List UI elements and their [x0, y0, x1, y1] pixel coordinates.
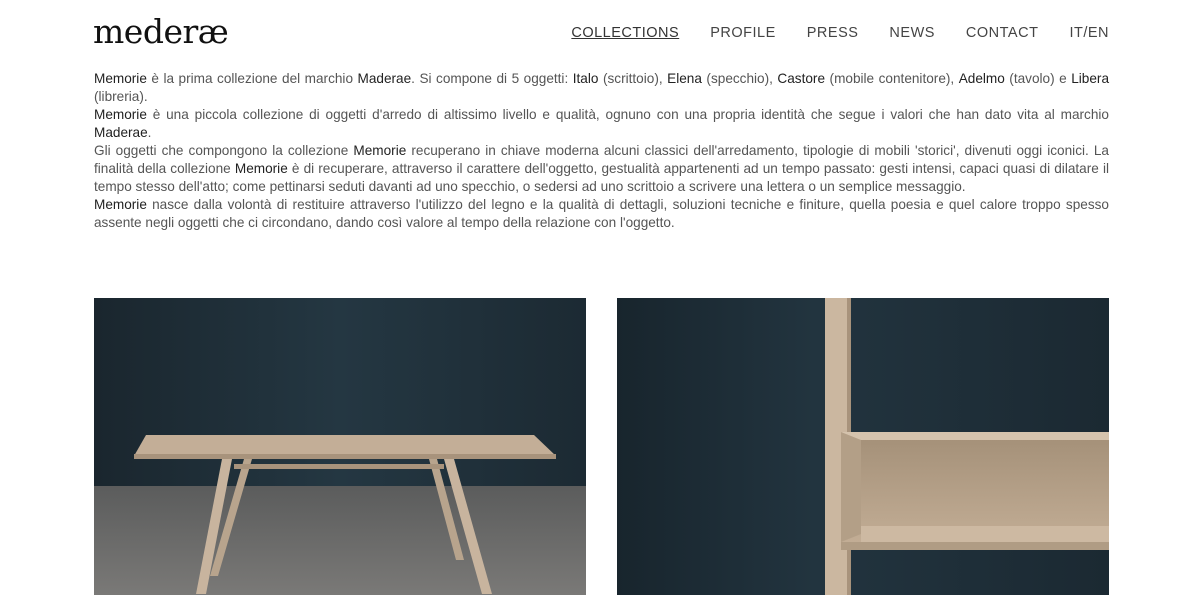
emphasis: Maderae: [94, 125, 148, 140]
brand-logo[interactable]: mederæ: [93, 12, 229, 52]
emphasis: Memorie: [234, 161, 288, 176]
text: nasce dalla volontà di restituire attrav…: [94, 197, 1109, 230]
nav-item-contact[interactable]: CONTACT: [966, 25, 1039, 41]
text: (scrittoio),: [598, 71, 668, 86]
text: (mobile contenitore),: [825, 71, 959, 86]
emphasis: Castore: [777, 71, 826, 86]
collection-description: Memorie è la prima collezione del marchi…: [94, 70, 1109, 232]
emphasis: Elena: [667, 71, 702, 86]
paragraph-2: Memorie è una piccola collezione di ogge…: [94, 106, 1109, 142]
text: Gli oggetti che compongono la collezione: [94, 143, 354, 158]
nav-item-collections[interactable]: COLLECTIONS: [571, 25, 679, 41]
emphasis: Memorie: [353, 143, 407, 158]
text: è una piccola collezione di oggetti d'ar…: [146, 107, 1109, 122]
text: (specchio),: [701, 71, 778, 86]
paragraph-3: Gli oggetti che compongono la collezione…: [94, 142, 1109, 196]
text: è la prima collezione del marchio: [146, 71, 358, 86]
emphasis: Memorie: [94, 71, 147, 86]
nav-item-news[interactable]: NEWS: [889, 25, 935, 41]
emphasis: Adelmo: [958, 71, 1005, 86]
paragraph-4: Memorie nasce dalla volontà di restituir…: [94, 196, 1109, 232]
product-photo-shelf[interactable]: [617, 298, 1109, 595]
shelf-illustration: [617, 298, 1109, 595]
paragraph-1: Memorie è la prima collezione del marchi…: [94, 70, 1109, 106]
emphasis: Maderae: [357, 71, 412, 86]
product-photo-table[interactable]: [94, 298, 586, 595]
language-switch[interactable]: IT/EN: [1069, 25, 1109, 41]
text: (libreria).: [94, 89, 148, 104]
emphasis: Memorie: [94, 107, 147, 122]
nav-item-press[interactable]: PRESS: [807, 25, 859, 41]
emphasis: Italo: [572, 71, 599, 86]
text: (tavolo) e: [1004, 71, 1072, 86]
text: .: [147, 125, 152, 140]
nav-item-profile[interactable]: PROFILE: [710, 25, 776, 41]
table-illustration: [94, 298, 586, 595]
main-nav: COLLECTIONS PROFILE PRESS NEWS CONTACT I…: [540, 25, 1109, 41]
emphasis: Memorie: [94, 197, 147, 212]
emphasis: Libera: [1071, 71, 1110, 86]
text: . Si compone di 5 oggetti:: [411, 71, 573, 86]
